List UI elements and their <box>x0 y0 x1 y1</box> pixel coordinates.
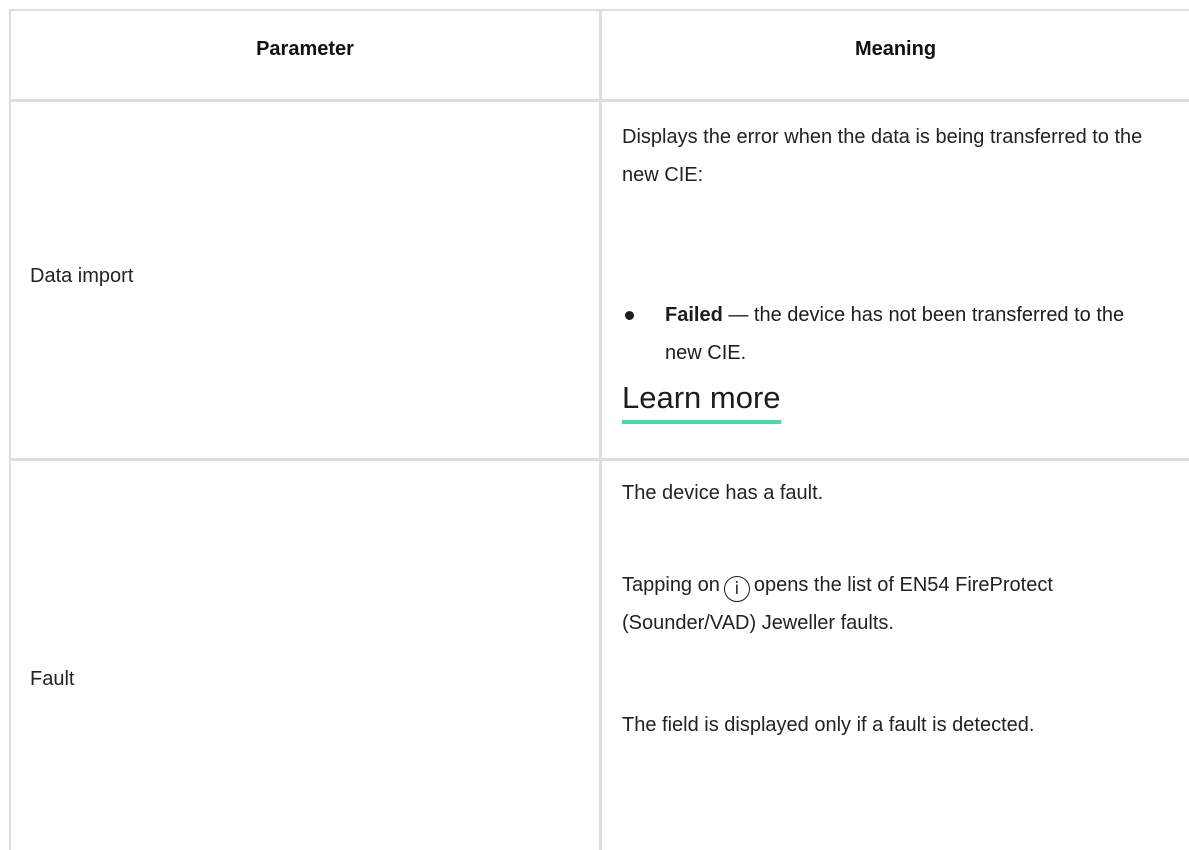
meaning-line-1: The device has a fault. <box>622 482 824 504</box>
meaning-tapping-text: Tapping on i opens the list of EN54 FirePr… <box>622 566 1162 642</box>
header-meaning: Meaning <box>854 38 937 60</box>
row-fault-tapping: Tapping on i opens the list of EN54 FirePr… <box>622 566 1162 642</box>
header-divider <box>9 99 1189 102</box>
column-divider <box>599 9 602 850</box>
meaning-intro: Displays the error when the data is bein… <box>622 126 1143 186</box>
info-circle-icon[interactable]: i <box>723 576 750 602</box>
bullet-text: — the device has not been transferred to… <box>665 304 1125 364</box>
bullet-term: Failed <box>665 304 723 326</box>
meaning-line-3: The field is displayed only if a fault i… <box>622 714 1035 736</box>
learn-more-link[interactable]: Learn more <box>622 380 781 424</box>
header-parameter: Parameter <box>256 38 354 60</box>
row-fault-parameter: Fault <box>30 668 75 690</box>
row-data-import-meaning: Displays the error when the data is bein… <box>622 118 1162 194</box>
row-divider <box>9 458 1189 461</box>
row-fault-meaning: The device has a fault. <box>622 474 1162 512</box>
bullet-item-failed: Failed — the device has not been transfe… <box>622 296 1162 372</box>
row-data-import-parameter: Data import <box>30 265 134 287</box>
tapping-before: Tapping on <box>622 574 720 596</box>
bullet-body: Failed — the device has not been transfe… <box>665 296 1162 372</box>
row-fault-note: The field is displayed only if a fault i… <box>622 706 1162 744</box>
bullet-icon <box>625 311 634 320</box>
